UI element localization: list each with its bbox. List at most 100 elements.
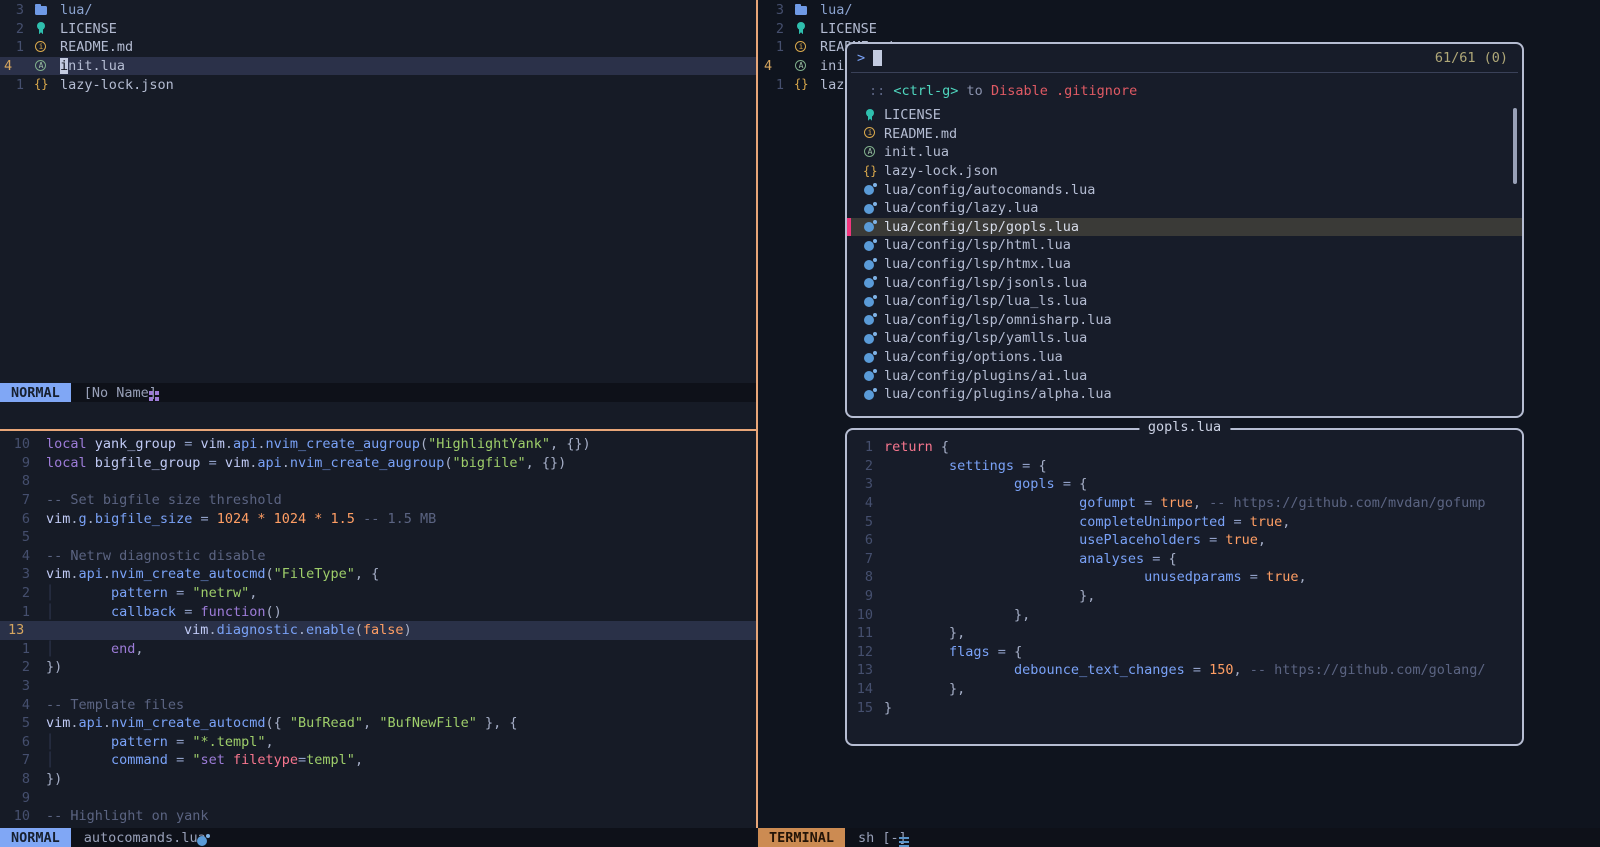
cursor [873, 50, 882, 66]
license-icon [863, 109, 877, 122]
code-row: 15} [847, 698, 1522, 717]
file-name: lua/config/plugins/alpha.lua [884, 386, 1112, 402]
finder-results: LICENSEREADME.md init.lua {}lazy-lock.json… [847, 106, 1522, 404]
code-row[interactable]: 5 vim.api.nvim_create_autocmd({ "BufRead"… [0, 714, 756, 733]
code-row[interactable]: 1 │ end, [0, 640, 756, 659]
tree-row[interactable]: 1{}lazy-lock.json [0, 75, 756, 94]
code-row[interactable]: 3 [0, 677, 756, 696]
code-row: 12 flags = { [847, 643, 1522, 662]
list-row[interactable]: README.md [847, 125, 1522, 144]
file-name: README.md [884, 126, 957, 142]
code-row[interactable]: 4-- Netrw diagnostic disable [0, 547, 756, 566]
line-number: 1 [760, 77, 784, 93]
code-text: local yank_group = vim.api.nvim_create_a… [46, 436, 591, 452]
list-row[interactable]: lua/config/plugins/ai.lua [847, 366, 1522, 385]
file-name: lua/config/lsp/yamlls.lua [884, 330, 1087, 346]
code-row[interactable]: 3vim.api.nvim_create_autocmd("FileType",… [0, 565, 756, 584]
line-number: 4 [0, 548, 30, 564]
list-row[interactable]: lua/config/options.lua [847, 348, 1522, 367]
line-number: 4 [0, 58, 24, 74]
tree-row[interactable]: 2 LICENSE [0, 20, 756, 39]
line-number: 1 [760, 39, 784, 55]
lua-icon [863, 351, 877, 364]
code-text: local bigfile_group = vim.api.nvim_creat… [46, 455, 566, 471]
lua-icon [863, 258, 877, 271]
list-row[interactable]: lua/config/lsp/html.lua [847, 236, 1522, 255]
code-row[interactable]: 7│ command = "set filetype=templ", [0, 751, 756, 770]
list-row[interactable]: lua/config/lazy.lua [847, 199, 1522, 218]
window-separator[interactable] [756, 0, 758, 828]
statusline-code: NORMAL autocomands.lua [0, 828, 756, 847]
file-name: lua/config/lsp/omnisharp.lua [884, 312, 1112, 328]
line-number: 7 [0, 492, 30, 508]
code-row: 11 }, [847, 624, 1522, 643]
file-name: LICENSE [60, 21, 117, 37]
file-name: init.lua [884, 144, 949, 160]
list-row[interactable]: lua/config/lsp/omnisharp.lua [847, 311, 1522, 330]
line-number: 10 [0, 436, 30, 452]
finder-prompt[interactable]: > 61/61 (0) [847, 44, 1522, 72]
file-name: lua/ [60, 2, 93, 18]
code-row[interactable]: 5 [0, 528, 756, 547]
tree-row[interactable]: 1 README.md [0, 38, 756, 57]
list-row[interactable]: lua/config/autocomands.lua [847, 180, 1522, 199]
scrollbar[interactable] [1513, 108, 1517, 184]
code-text: │ end, [46, 641, 144, 657]
line-number: 1 [0, 39, 24, 55]
code-text: │ pattern = "netrw", [46, 585, 257, 601]
tree-row[interactable]: 2LICENSE [760, 20, 1600, 39]
code-row: 1return { [847, 438, 1522, 457]
line-number: 5 [0, 715, 30, 731]
selection-marker [847, 218, 851, 237]
code-row[interactable]: 8}) [0, 770, 756, 789]
line-number: 2 [0, 659, 30, 675]
file-name: init.lua [60, 58, 125, 74]
code-row[interactable]: 1│ callback = function() [0, 602, 756, 621]
code-text: -- Set bigfile size threshold [46, 492, 282, 508]
code-row[interactable]: 10-- Highlight on yank [0, 807, 756, 826]
json-icon: {} [34, 78, 48, 91]
code-row[interactable]: 9local bigfile_group = vim.api.nvim_crea… [0, 454, 756, 473]
line-number: 7 [847, 551, 873, 567]
list-row[interactable]: lua/config/lsp/htmx.lua [847, 255, 1522, 274]
line-number: 5 [847, 514, 873, 530]
list-row[interactable]: lua/config/plugins/alpha.lua [847, 385, 1522, 404]
list-row[interactable]: LICENSE [847, 106, 1522, 125]
code-row[interactable]: 7 -- Set bigfile size threshold [0, 491, 756, 510]
code-text: }, [884, 625, 965, 641]
list-row[interactable]: lua/config/lsp/gopls.lua [847, 218, 1522, 237]
list-row[interactable]: lua/config/lsp/yamlls.lua [847, 329, 1522, 348]
code-text: }, [884, 607, 1030, 623]
lua-icon [863, 183, 877, 196]
active-window-border [0, 429, 756, 431]
code-row: 4 gofumpt = true, -- https://github.com/… [847, 494, 1522, 513]
line-number: 8 [0, 771, 30, 787]
tree-row[interactable]: 3lua/ [760, 1, 1600, 20]
code-row[interactable]: 2}) [0, 658, 756, 677]
code-row[interactable]: 4-- Template files [0, 695, 756, 714]
line-number: 1 [0, 641, 30, 657]
folder-icon [794, 4, 808, 17]
code-row[interactable]: 2│ pattern = "netrw", [0, 584, 756, 603]
list-row[interactable]: {}lazy-lock.json [847, 162, 1522, 181]
list-row[interactable]: init.lua [847, 143, 1522, 162]
code-row[interactable]: 9 [0, 788, 756, 807]
code-row: 8 unusedparams = true, [847, 568, 1522, 587]
code-row[interactable]: 10 local yank_group = vim.api.nvim_create… [0, 435, 756, 454]
tree-row[interactable]: 4 init.lua [0, 57, 756, 76]
json-icon: {} [863, 165, 877, 178]
list-row[interactable]: lua/config/lsp/lua_ls.lua [847, 292, 1522, 311]
file-name: README.md [60, 39, 133, 55]
code-row[interactable]: 6│ pattern = "*.templ", [0, 733, 756, 752]
code-row[interactable]: 13 vim.diagnostic.enable(false) [0, 621, 756, 640]
line-number: 13 [847, 662, 873, 678]
code-text: vim.api.nvim_create_autocmd({ "BufRead",… [46, 715, 518, 731]
code-row[interactable]: 8 [0, 472, 756, 491]
tree-row[interactable]: 3lua/ [0, 1, 756, 20]
line-number: 2 [0, 21, 24, 37]
code-text: settings = { [884, 458, 1047, 474]
code-row[interactable]: 6vim.g.bigfile_size = 1024 * 1024 * 1.5 … [0, 509, 756, 528]
list-row[interactable]: lua/config/lsp/jsonls.lua [847, 273, 1522, 292]
line-number: 3 [760, 2, 784, 18]
line-number: 9 [847, 588, 873, 604]
